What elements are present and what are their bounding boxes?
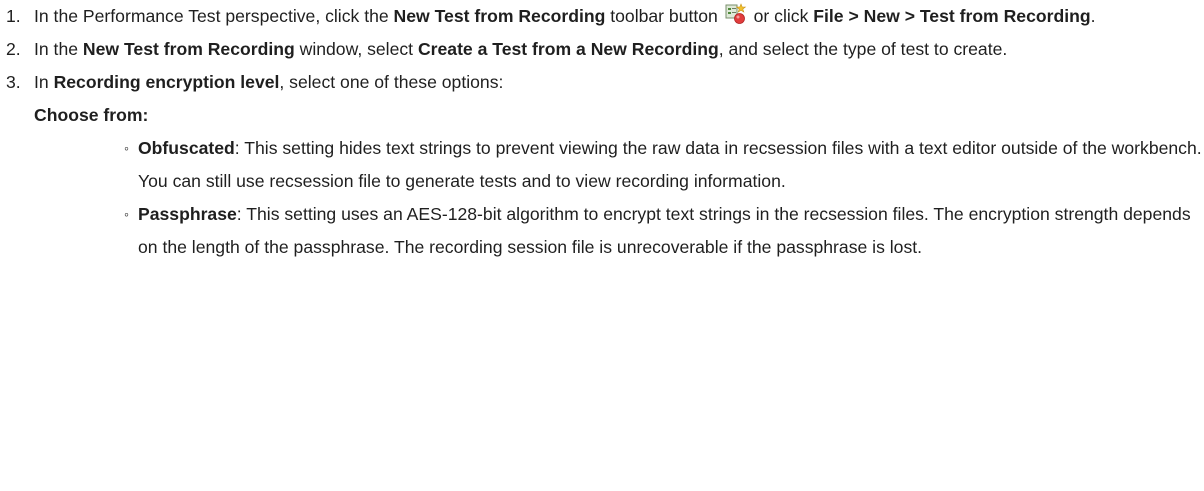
step-text: , select one of these options: — [279, 72, 504, 92]
step-number: 1. — [6, 6, 21, 26]
step-number: 2. — [6, 39, 21, 59]
ui-term-new-test-from-recording: New Test from Recording — [393, 6, 606, 26]
new-test-from-recording-icon — [725, 3, 747, 25]
steps-list: 1. In the Performance Test perspective, … — [6, 0, 1202, 264]
step-text: or click — [748, 6, 814, 26]
option-passphrase: ◦ Passphrase: This setting uses an AES-12… — [124, 198, 1202, 264]
step-2: 2. In the New Test from Recording window… — [6, 33, 1202, 66]
options-list: ◦ Obfuscated: This setting hides text str… — [34, 132, 1202, 264]
step-number: 3. — [6, 72, 21, 92]
ui-term-menu-path: File > New > Test from Recording — [813, 6, 1091, 26]
choose-from-heading: Choose from: — [34, 105, 149, 125]
option-description: : This setting uses an AES-128-bit algor… — [138, 204, 1191, 257]
step-text: In — [34, 72, 54, 92]
ui-term-create-option: Create a Test from a New Recording — [417, 39, 719, 59]
option-obfuscated: ◦ Obfuscated: This setting hides text str… — [124, 132, 1202, 198]
step-text: window, select — [294, 39, 418, 59]
option-name: Passphrase — [138, 204, 237, 224]
option-name: Obfuscated — [138, 138, 235, 158]
step-text: , and select the type of test to create. — [718, 39, 1008, 59]
step-1: 1. In the Performance Test perspective, … — [6, 0, 1202, 33]
step-text: toolbar button — [605, 6, 723, 26]
bullet-icon: ◦ — [124, 140, 129, 156]
step-text: In the Performance Test perspective, cli… — [34, 6, 394, 26]
bullet-icon: ◦ — [124, 206, 129, 222]
step-3: 3. In Recording encryption level, select… — [6, 66, 1202, 264]
option-description: : This setting hides text strings to pre… — [138, 138, 1202, 191]
step-text: . — [1090, 6, 1096, 26]
ui-term-window-name: New Test from Recording — [82, 39, 295, 59]
procedure-document: 1. In the Performance Test perspective, … — [0, 0, 1202, 264]
step-text: In the — [34, 39, 83, 59]
ui-term-encryption-level: Recording encryption level — [53, 72, 280, 92]
